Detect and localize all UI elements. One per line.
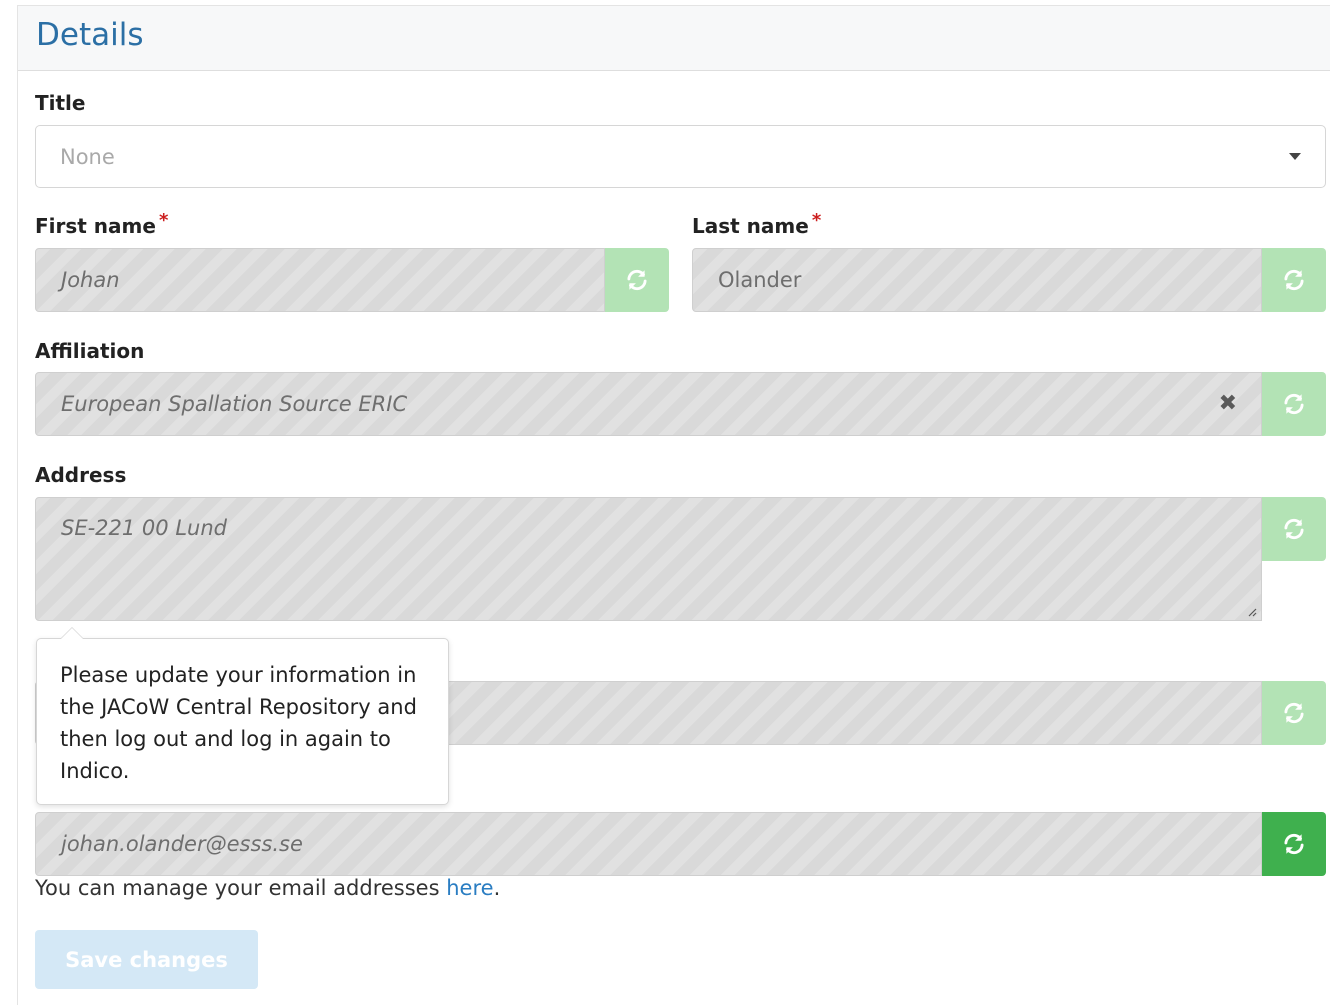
last-name-value: Olander	[718, 268, 802, 292]
address-value: SE-221 00 Lund	[61, 516, 227, 540]
affiliation-label-text: Affiliation	[35, 339, 145, 363]
title-label: Title	[35, 91, 85, 115]
first-name-sync-button[interactable]	[605, 248, 669, 312]
panel-title: Details	[36, 17, 144, 53]
address-sync-button[interactable]	[1262, 497, 1326, 561]
sync-icon	[627, 269, 647, 291]
first-name-label: First name *	[35, 210, 168, 238]
manage-emails-link[interactable]: here	[446, 876, 493, 900]
tooltip-text: Please update your information in the JA…	[60, 663, 417, 783]
first-name-label-text: First name	[35, 214, 156, 238]
required-mark: *	[811, 210, 822, 231]
required-mark: *	[158, 210, 169, 231]
title-label-text: Title	[35, 91, 86, 115]
resize-handle-icon[interactable]	[1247, 607, 1257, 617]
affiliation-sync-button[interactable]	[1262, 372, 1326, 436]
address-textarea[interactable]: SE-221 00 Lund	[35, 497, 1262, 621]
affiliation-value: European Spallation Source ERIC	[61, 392, 408, 416]
chevron-down-icon	[1289, 153, 1301, 160]
first-name-value: Johan	[61, 268, 120, 292]
email-help-text: You can manage your email addresses here…	[35, 876, 500, 900]
last-name-label: Last name *	[692, 210, 821, 238]
sync-icon	[1284, 393, 1304, 415]
email-sync-button[interactable]	[1262, 812, 1326, 876]
phone-sync-button[interactable]	[1262, 681, 1326, 745]
affiliation-field[interactable]: European Spallation Source ERIC ✖	[35, 372, 1262, 436]
email-field[interactable]: johan.olander@esss.se	[35, 812, 1262, 876]
address-label-text: Address	[35, 463, 127, 487]
sync-icon	[1284, 269, 1304, 291]
affiliation-label: Affiliation	[35, 339, 144, 363]
save-changes-button[interactable]: Save changes	[35, 930, 258, 989]
email-help-prefix: You can manage your email addresses	[35, 876, 447, 900]
title-select-value: None	[60, 144, 115, 169]
email-value: johan.olander@esss.se	[61, 832, 303, 856]
close-icon[interactable]: ✖	[1219, 391, 1237, 416]
sync-info-tooltip: Please update your information in the JA…	[36, 627, 449, 805]
sync-icon	[1284, 833, 1304, 855]
address-label: Address	[35, 463, 126, 487]
sync-icon	[1284, 518, 1304, 540]
title-select[interactable]: None	[35, 125, 1326, 188]
last-name-field[interactable]: Olander	[692, 248, 1262, 312]
sync-icon	[1284, 702, 1304, 724]
tooltip-arrow	[60, 627, 84, 639]
first-name-field[interactable]: Johan	[35, 248, 605, 312]
last-name-sync-button[interactable]	[1262, 248, 1326, 312]
last-name-label-text: Last name	[692, 214, 809, 238]
panel-header: Details	[18, 6, 1330, 71]
email-help-suffix: .	[493, 876, 501, 900]
